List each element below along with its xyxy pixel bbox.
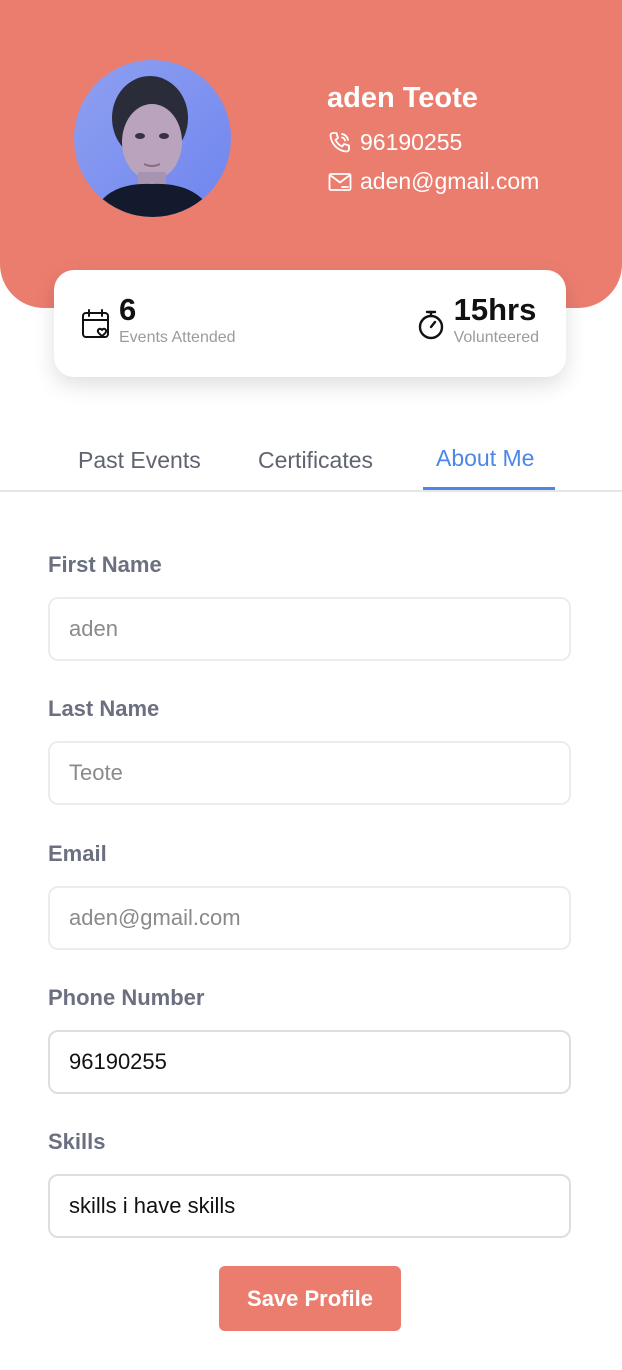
- profile-name: aden Teote: [327, 82, 478, 114]
- first-name-label: First Name: [48, 552, 162, 577]
- tab-past-events[interactable]: Past Events: [78, 447, 201, 474]
- email-row: aden@gmail.com: [327, 168, 539, 195]
- profile-page: aden Teote 96190255 aden@gmail.com 6 Eve…: [0, 0, 622, 1370]
- save-profile-button[interactable]: Save Profile: [219, 1266, 401, 1331]
- events-stat: 6 Events Attended: [81, 292, 236, 347]
- profile-header: aden Teote 96190255 aden@gmail.com: [0, 0, 622, 308]
- skills-label: Skills: [48, 1129, 106, 1154]
- hours-label: Volunteered: [453, 329, 539, 346]
- active-tab-indicator: [423, 487, 555, 490]
- phone-field[interactable]: [48, 1030, 571, 1094]
- events-label: Events Attended: [119, 329, 236, 346]
- calendar-heart-icon: [81, 308, 113, 342]
- phone-label: Phone Number: [48, 985, 205, 1010]
- profile-tabs: Past Events Certificates About Me: [0, 430, 622, 492]
- email-text: aden@gmail.com: [360, 168, 540, 194]
- last-name-label: Last Name: [48, 696, 160, 721]
- tab-about-me[interactable]: About Me: [436, 445, 534, 472]
- hours-stat: 15hrs Volunteered: [416, 292, 539, 347]
- stopwatch-icon: [416, 308, 448, 342]
- events-count: 6: [119, 292, 137, 327]
- last-name-field[interactable]: [48, 741, 571, 805]
- email-field[interactable]: [48, 886, 571, 950]
- first-name-field[interactable]: [48, 597, 571, 661]
- profile-photo: [74, 60, 231, 217]
- phone-text: 96190255: [360, 129, 463, 155]
- skills-field[interactable]: [48, 1174, 571, 1238]
- email-label: Email: [48, 841, 107, 866]
- hours-count: 15hrs: [453, 292, 537, 327]
- mail-icon: [327, 169, 353, 195]
- phone-icon: [327, 130, 353, 156]
- phone-row: 96190255: [327, 129, 462, 156]
- tab-certificates[interactable]: Certificates: [258, 447, 373, 474]
- stats-card: 6 Events Attended 15hrs Volunteered: [54, 270, 566, 377]
- avatar: [74, 60, 231, 217]
